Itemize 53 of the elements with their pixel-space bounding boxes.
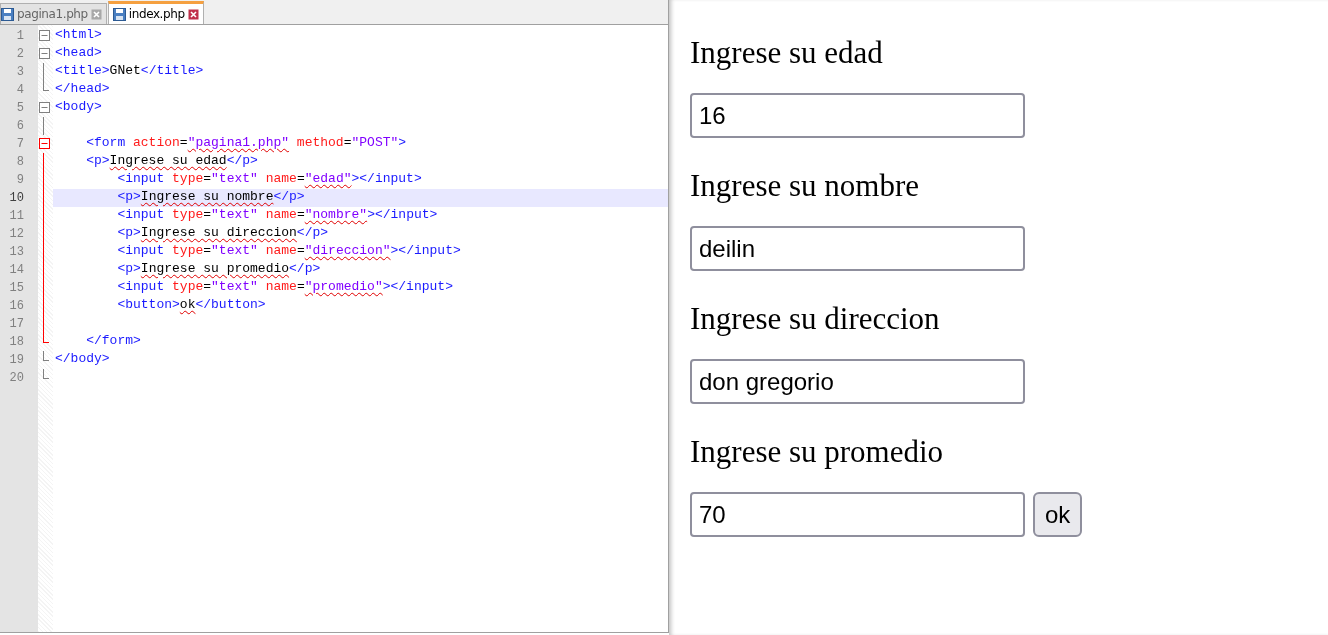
code-line: <input type="text" name="direccion"></input>	[116, 243, 462, 260]
code-line: <head>	[54, 45, 103, 62]
field-label: Ingrese su direccion	[690, 300, 941, 338]
code-line: <html>	[54, 27, 103, 44]
line-number: 7	[15, 136, 25, 153]
line-number: 11	[8, 208, 25, 225]
code-line: </head>	[54, 81, 111, 98]
code-line: <title>GNet</title>	[54, 63, 205, 80]
text-input[interactable]: deilin	[690, 226, 1025, 271]
line-number: 19	[8, 352, 25, 369]
line-number: 8	[15, 154, 25, 171]
line-number: 15	[8, 280, 25, 297]
code-line: <button>ok</button>	[116, 297, 267, 314]
fold-toggle-icon[interactable]	[39, 138, 50, 149]
fold-toggle-icon[interactable]	[39, 48, 50, 59]
code-line: <p>Ingrese su edad</p>	[85, 153, 259, 170]
code-line: <p>Ingrese su direccion</p>	[116, 225, 330, 242]
file-tab[interactable]: pagina1.php	[0, 3, 107, 24]
line-number: 13	[8, 244, 25, 261]
line-number: 17	[8, 316, 25, 333]
code-line: <input type="text" name="promedio"></input>	[116, 279, 454, 296]
fold-toggle-icon[interactable]	[39, 30, 50, 41]
line-number: 14	[8, 262, 25, 279]
code-line: <input type="text" name="nombre"></input>	[116, 207, 439, 224]
text-input[interactable]: 70	[690, 492, 1025, 537]
code-line: <input type="text" name="edad"></input>	[116, 171, 423, 188]
file-tab[interactable]: index.php	[107, 1, 204, 24]
line-number: 18	[8, 334, 25, 351]
line-number: 10	[8, 190, 25, 207]
line-number: 5	[15, 100, 25, 117]
line-number: 12	[8, 226, 25, 243]
line-number: 16	[8, 298, 25, 315]
line-number: 1	[15, 28, 25, 45]
close-icon[interactable]	[90, 8, 102, 20]
field-label: Ingrese su edad	[690, 34, 884, 72]
line-number: 2	[15, 46, 25, 63]
fold-toggle-icon[interactable]	[39, 102, 50, 113]
field-label: Ingrese su nombre	[690, 167, 920, 205]
field-label: Ingrese su promedio	[690, 433, 945, 471]
line-number: 6	[15, 118, 25, 135]
code-line: <body>	[54, 99, 103, 116]
code-line: <form action="pagina1.php" method="POST">	[85, 135, 408, 152]
code-line: </body>	[54, 351, 111, 368]
ok-button[interactable]: ok	[1033, 492, 1083, 537]
line-number: 20	[8, 370, 25, 387]
code-line: <p>Ingrese su promedio</p>	[116, 261, 322, 278]
text-input[interactable]: don gregorio	[690, 359, 1025, 404]
line-number: 4	[15, 82, 25, 99]
line-number: 3	[15, 64, 25, 81]
line-number: 9	[15, 172, 25, 189]
close-icon[interactable]	[187, 8, 199, 20]
text-input[interactable]: 16	[690, 93, 1025, 138]
code-line: </form>	[85, 333, 142, 350]
